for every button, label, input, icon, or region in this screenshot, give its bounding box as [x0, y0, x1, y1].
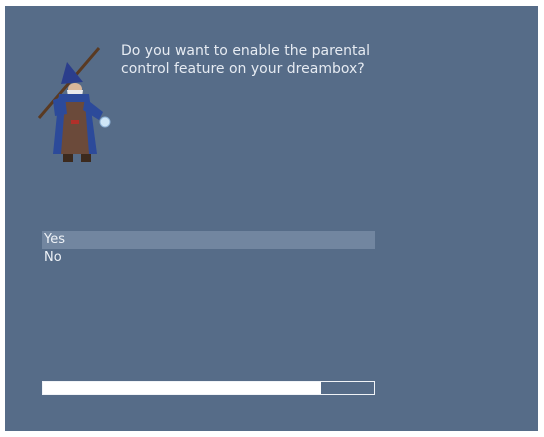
setup-progress-fill: [43, 382, 322, 394]
setup-question-text: Do you want to enable the parental contr…: [121, 43, 371, 77]
wizard-screen: Do you want to enable the parental contr…: [5, 6, 538, 431]
choice-list: Yes No: [42, 231, 375, 267]
choice-no[interactable]: No: [42, 249, 375, 267]
setup-progress-bar: [42, 381, 375, 395]
wizard-mascot-icon: [37, 47, 111, 162]
choice-yes[interactable]: Yes: [42, 231, 375, 249]
